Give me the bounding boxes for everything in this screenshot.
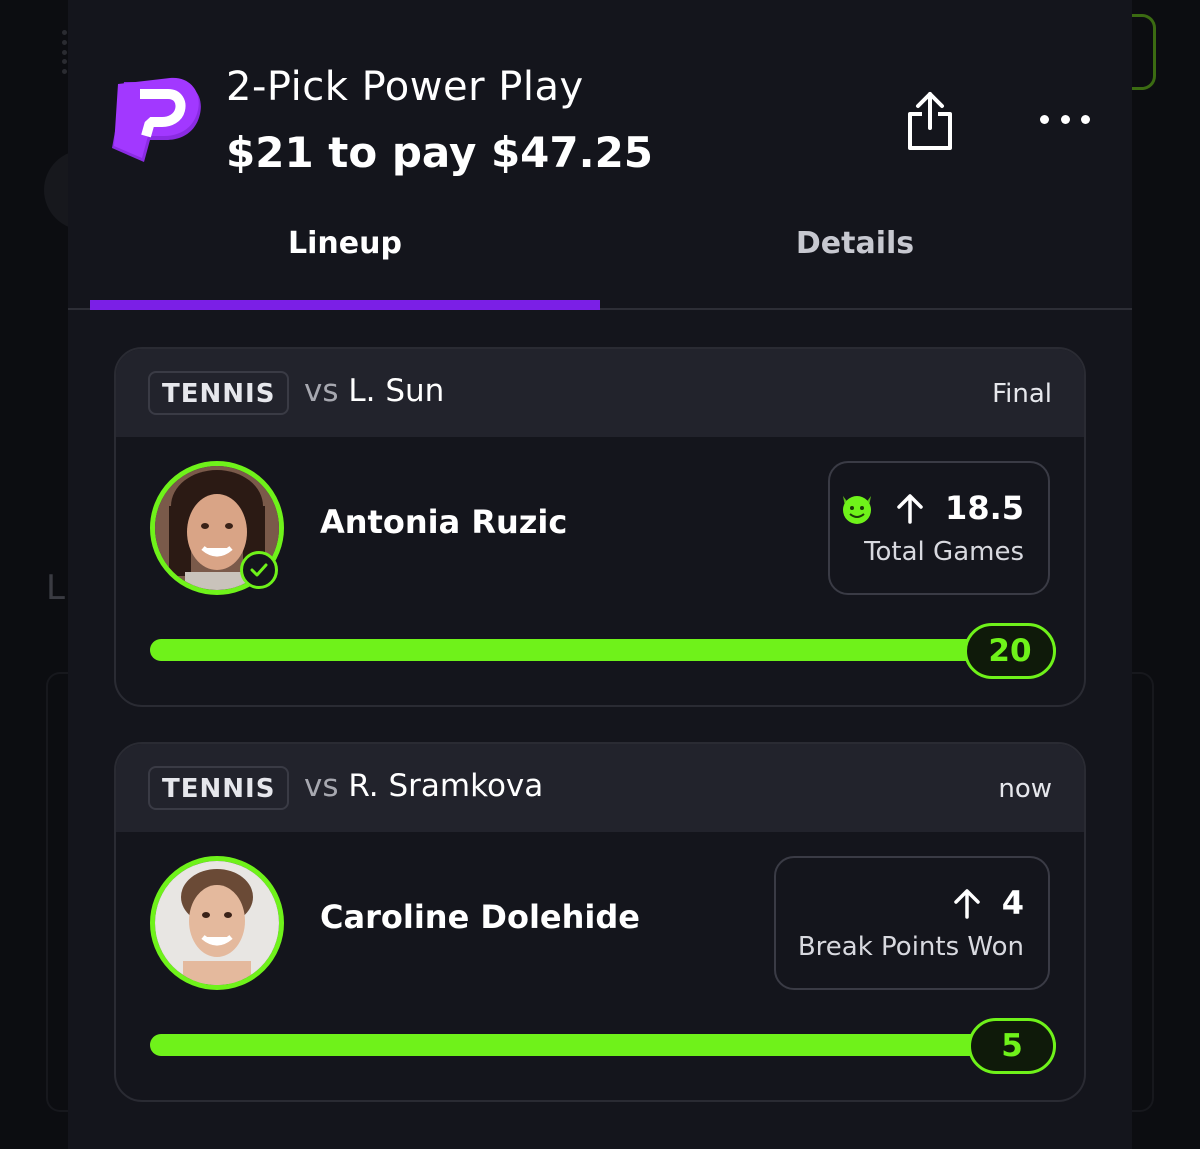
matchup: vs R. Sramkova (304, 768, 543, 804)
opponent-name: L. Sun (348, 373, 445, 409)
game-status: Final (992, 379, 1052, 409)
active-tab-indicator (90, 300, 600, 310)
vs-label: vs (304, 373, 339, 409)
projection-value: 18.5 (945, 489, 1024, 527)
current-stat-value: 20 (964, 623, 1056, 679)
tab-bar: Lineup Details (68, 210, 1132, 310)
stat-type: Break Points Won (797, 932, 1024, 962)
progress-bar (150, 1034, 1056, 1056)
sport-badge: TENNIS (148, 371, 290, 415)
player-avatar (150, 856, 284, 990)
lineup-title: 2-Pick Power Play (226, 64, 584, 110)
projection-value: 4 (1001, 884, 1024, 922)
progress-bar (150, 639, 1056, 661)
player-photo-icon (155, 861, 279, 985)
projection-box: 4 Break Points Won (774, 856, 1050, 990)
player-name: Caroline Dolehide (320, 898, 640, 936)
pick-card[interactable]: TENNIS vs R. Sramkova now Caroline Doleh… (114, 742, 1086, 1102)
pick-card-header: TENNIS vs R. Sramkova now (116, 744, 1084, 832)
tab-lineup[interactable]: Lineup (90, 226, 600, 261)
sheet-header: 2-Pick Power Play $21 to pay $47.25 Line… (68, 0, 1132, 310)
matchup: vs L. Sun (304, 373, 444, 409)
demon-icon (843, 496, 872, 524)
progress-fill (150, 1034, 1056, 1056)
pick-card[interactable]: TENNIS vs L. Sun Final Antonia Ruzic 18.… (114, 347, 1086, 707)
payout-summary: $21 to pay $47.25 (226, 128, 654, 177)
pick-card-header: TENNIS vs L. Sun Final (116, 349, 1084, 437)
player-name: Antonia Ruzic (320, 503, 568, 541)
stat-type: Total Games (864, 537, 1024, 567)
progress-fill (150, 639, 1056, 661)
share-icon[interactable] (904, 90, 956, 152)
vs-label: vs (304, 768, 339, 804)
background-text-fragment: L (46, 568, 65, 608)
background-green-button (1132, 14, 1156, 90)
projection-line: 18.5 (839, 489, 1024, 527)
tab-details[interactable]: Details (600, 226, 1110, 261)
checkmark-icon (240, 551, 278, 589)
current-stat-value: 5 (968, 1018, 1056, 1074)
projection-line: 4 (952, 884, 1024, 922)
more-options-icon[interactable] (1040, 108, 1090, 130)
sport-badge: TENNIS (148, 766, 290, 810)
arrow-up-icon (953, 889, 980, 919)
lineup-sheet: 2-Pick Power Play $21 to pay $47.25 Line… (68, 0, 1132, 1149)
game-status: now (998, 774, 1052, 804)
prizepicks-logo-icon (112, 77, 201, 162)
arrow-up-icon (897, 494, 923, 524)
opponent-name: R. Sramkova (348, 768, 544, 804)
projection-box: 18.5 Total Games (828, 461, 1050, 595)
